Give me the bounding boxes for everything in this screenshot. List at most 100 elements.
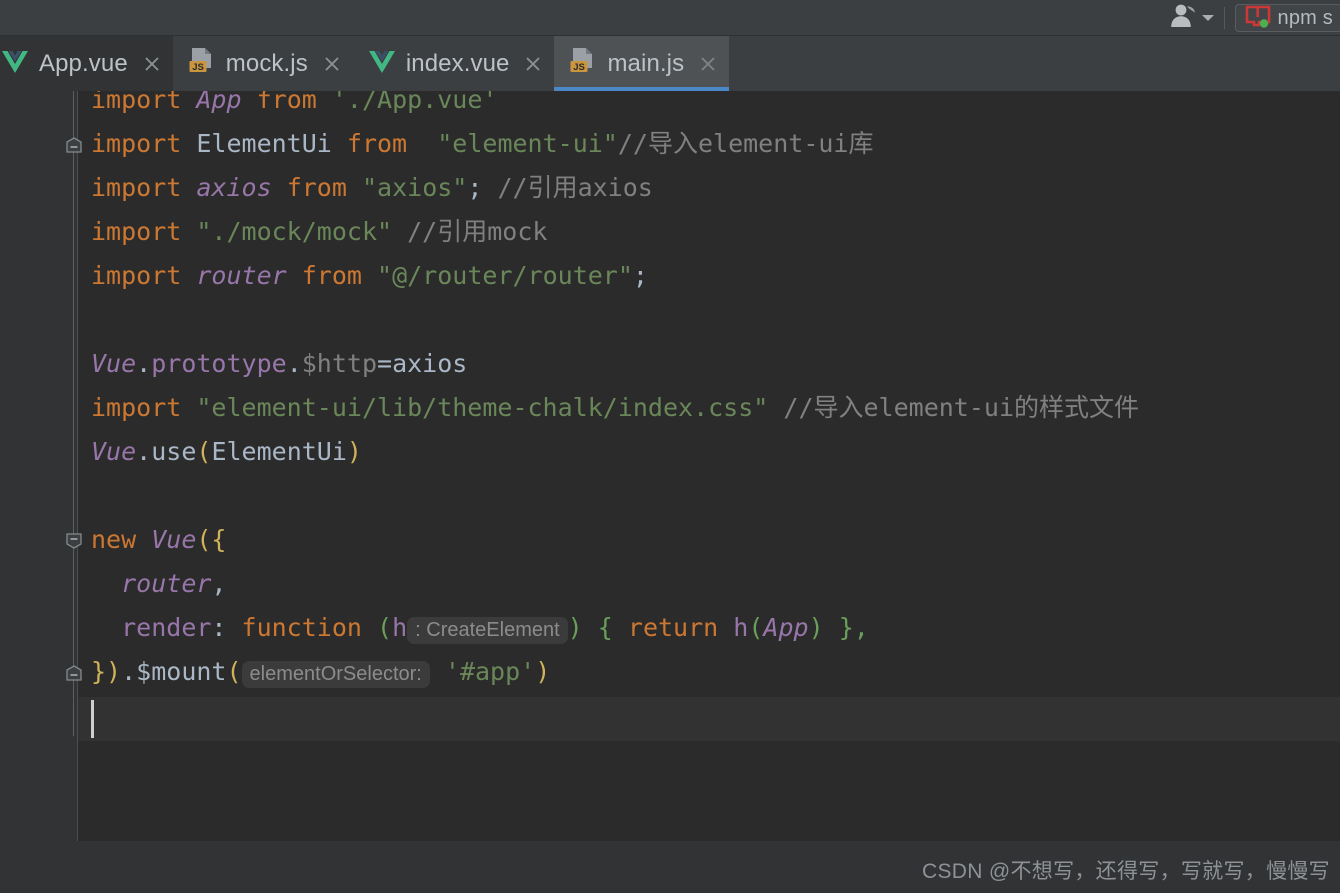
run-configuration-label: npm s [1277,6,1333,29]
tab-mock-js[interactable]: JS mock.js [172,36,353,91]
chevron-down-icon [1201,15,1214,21]
code-token: from [286,173,347,202]
code-token: App [196,91,242,114]
code-token: "element-ui" [437,129,618,158]
code-token: ( [226,657,242,686]
code-token: import [91,129,182,158]
tab-label: mock.js [225,49,308,77]
code-token: return [627,613,719,642]
run-configuration-selector[interactable]: npm s [1234,4,1340,33]
tab-label: App.vue [39,49,128,77]
code-line: new Vue({ [91,518,226,562]
code-token: './App.vue' [331,91,498,114]
code-token: } [838,613,854,642]
code-token: $http [301,349,378,378]
code-token: Vue [151,525,197,554]
code-token: = [377,349,393,378]
code-token: import [91,91,182,114]
close-icon[interactable] [524,55,542,73]
javascript-file-icon: JS [187,46,217,81]
code-token: "./mock/mock" [196,217,393,246]
code-token: //导入element-ui库 [617,129,874,158]
code-token: ) [567,613,583,642]
code-token: use [151,437,197,466]
tab-index-vue[interactable]: index.vue [352,36,555,91]
text-caret [91,700,94,738]
code-token: ( [748,613,764,642]
code-token: App [763,613,809,642]
close-icon[interactable] [143,55,161,73]
parameter-hint-chip: elementOrSelector: [241,661,430,688]
code-token: ({ [196,525,227,554]
code-token: axios [392,349,468,378]
code-token: '#app' [444,657,536,686]
code-token: Vue [91,437,137,466]
code-fold-guide-line [73,91,74,736]
close-icon[interactable] [699,55,717,73]
editor-gutter[interactable] [0,91,78,893]
code-token: new [91,525,137,554]
code-token: : [211,613,242,642]
code-token: "element-ui/lib/theme-chalk/index.css" [196,393,769,422]
close-icon[interactable] [323,55,341,73]
tab-app-vue[interactable]: App.vue [0,36,173,91]
code-token: //引用axios [497,173,653,202]
code-token: render [121,613,212,642]
vue-file-icon [367,48,397,79]
code-token: from [301,261,362,290]
code-token: "axios" [361,173,468,202]
user-account-button[interactable] [1164,3,1218,33]
code-token: router [121,569,212,598]
parameter-hint-chip: : CreateElement [407,617,568,644]
npm-run-icon [1245,4,1271,33]
code-line: Vue.use(ElementUi) [91,430,362,474]
user-avatar-icon [1168,3,1198,34]
code-token: ) [808,613,824,642]
current-line-highlight [78,697,1340,741]
code-token: ; [467,173,483,202]
code-content[interactable]: import App from './App.vue' import Elemen… [78,91,1340,893]
code-line: import "./mock/mock" //引用mock [91,210,547,254]
code-token: . [136,437,152,466]
code-token: function [241,613,362,642]
code-line: import ElementUi from "element-ui"//导入el… [91,122,873,166]
code-token: ElementUi [211,437,347,466]
code-token: h [392,613,408,642]
code-token: import [91,261,182,290]
main-toolbar: npm s [0,0,1340,36]
editor-tab-bar: App.vue JS mock.js index.vue JS main.js [0,36,1340,91]
tab-main-js[interactable]: JS main.js [554,36,730,91]
ide-window: npm s App.vue JS mock.js index.vue JS ma… [0,0,1340,893]
tab-label: main.js [607,49,685,77]
code-token: . [121,657,137,686]
code-token: Vue [91,349,137,378]
code-token: //导入element-ui的样式文件 [783,393,1140,422]
watermark-text: CSDN @不想写，还得写，写就写，慢慢写 [922,860,1330,883]
code-token: }) [91,657,122,686]
code-token: ( [377,613,393,642]
code-token: from [346,129,408,158]
code-token: $mount [136,657,227,686]
toolbar-right-group: npm s [1164,0,1340,36]
code-line: Vue.prototype.$http=axios [91,342,467,386]
code-editor[interactable]: import App from './App.vue' import Elemen… [0,91,1340,893]
code-line: import router from "@/router/router"; [91,254,648,298]
code-line: router, [91,562,226,606]
